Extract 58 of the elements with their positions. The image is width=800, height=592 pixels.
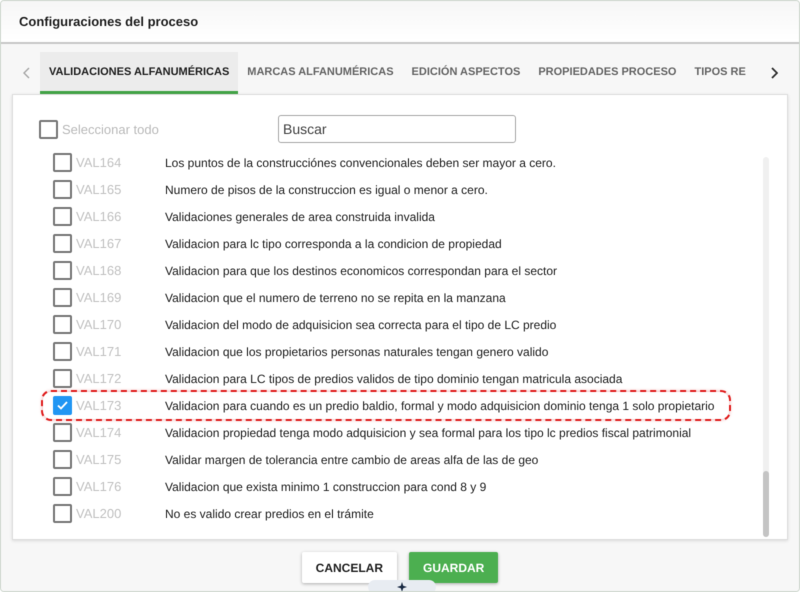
validation-description: Validar margen de tolerancia entre cambio de areas alfa de las de geo [165,452,538,466]
sparkle-icon [397,582,407,591]
validation-description: Validacion que exista minimo 1 construccion para cond 8 y 9 [165,480,486,494]
tab[interactable]: MARCAS ALFANUMÉRICAS [238,52,403,94]
checkbox[interactable] [53,207,72,226]
validation-code: VAL165 [76,182,122,197]
validation-description: Numero de pisos de la construccion es igual o menor a cero. [165,182,488,196]
validation-description: Validacion para LC tipos de predios validos de tipo dominio tengan matricula asociada [165,372,622,386]
validation-description: Validacion para lc tipo corresponda a la condicion de propiedad [165,236,502,250]
validation-code: VAL200 [76,506,122,521]
validation-code: VAL170 [76,317,122,332]
tab[interactable]: VALIDACIONES ALFANUMÉRICAS [40,52,238,94]
checkbox[interactable] [53,234,72,253]
validation-code: VAL173 [76,398,122,413]
search-field[interactable]: Buscar [278,115,516,143]
validation-code: VAL174 [76,425,122,440]
scrollbar[interactable] [763,157,769,537]
checkbox[interactable] [53,288,72,307]
checkbox[interactable] [53,477,72,496]
checkbox[interactable] [53,180,72,199]
validation-code: VAL164 [76,155,122,170]
validation-code: VAL175 [76,452,122,467]
checkbox[interactable] [39,120,58,138]
checkbox[interactable] [53,153,72,172]
validation-code: VAL171 [76,344,122,359]
validation-description: Validacion del modo de adquisicion sea correcta para el tipo de LC predio [165,318,556,332]
checkbox[interactable] [53,315,72,334]
validation-description: Validacion propiedad tenga modo adquisicion y sea formal para los tipo lc predios fiscal patrimonial [165,426,692,440]
tab[interactable]: PROPIEDADES PROCESO [529,52,686,94]
window-title: Configuraciones del proceso [19,14,198,29]
checkbox[interactable] [53,369,72,388]
checkbox[interactable] [53,342,72,361]
cancel-button[interactable]: CANCELAR [302,552,397,583]
validation-code: VAL172 [76,371,122,386]
validation-description: Validacion para que los destinos economicos correspondan para el sector [165,264,558,278]
validation-code: VAL176 [76,479,122,494]
validation-description: Validacion para cuando es un predio baldio, formal y modo adquisicion dominio tenga 1 solo propietario [165,398,714,412]
checkbox[interactable] [53,450,72,469]
validation-description: Validacion que el numero de terreno no se repita en la manzana [165,290,506,304]
validation-code: VAL167 [76,236,122,251]
tab[interactable]: EDICIÓN ASPECTOS [402,52,530,94]
floating-pill[interactable] [368,580,436,591]
validation-code: VAL168 [76,263,122,278]
validation-description: Los puntos de la construcciónes convencionales deben ser mayor a cero. [165,156,556,170]
checkbox[interactable] [53,423,72,442]
checkbox[interactable] [53,504,72,523]
select-all-label: Seleccionar todo [62,122,160,136]
validation-code: VAL169 [76,290,122,305]
validation-description: Validacion que los propietarios personas naturales tengan genero valido [165,344,548,358]
save-button[interactable]: GUARDAR [409,552,498,583]
checkbox[interactable] [53,261,72,280]
validation-description: No es valido crear predios en el trámite [165,506,374,520]
validation-code: VAL166 [76,209,122,224]
chevron-right-icon[interactable] [770,67,778,79]
checkbox[interactable] [53,396,72,415]
checkmark-icon [57,401,68,410]
validation-description: Validaciones generales de area construida invalida [165,210,435,224]
tab[interactable]: TIPOS RE [685,52,755,94]
